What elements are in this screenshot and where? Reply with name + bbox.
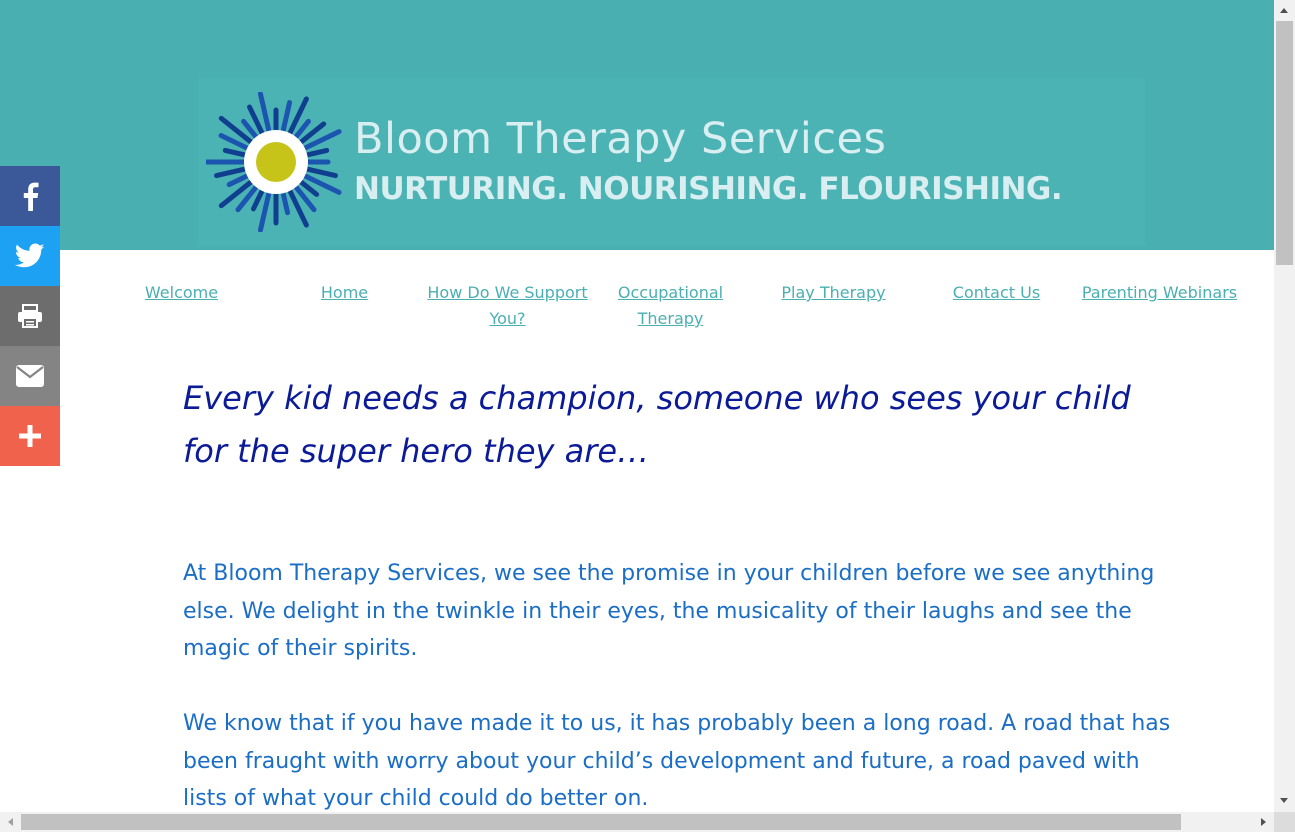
more-share-button[interactable] xyxy=(0,406,60,466)
horizontal-scrollbar-thumb[interactable] xyxy=(21,814,1181,830)
print-icon xyxy=(18,304,42,328)
social-share-bar xyxy=(0,166,60,466)
facebook-icon xyxy=(23,182,39,211)
vertical-scrollbar[interactable] xyxy=(1274,0,1295,812)
brand-name: Bloom Therapy Services xyxy=(354,114,887,164)
facebook-share-button[interactable] xyxy=(0,166,60,226)
brand-tagline: NURTURING. NOURISHING. FLOURISHING. xyxy=(354,171,1063,207)
second-paragraph: We know that if you have made it to us, … xyxy=(183,711,1171,811)
scroll-right-arrow-icon[interactable] xyxy=(1261,818,1266,826)
scroll-left-arrow-icon[interactable] xyxy=(8,818,13,826)
scroll-down-arrow-icon[interactable] xyxy=(1280,798,1288,803)
scrollbar-corner xyxy=(1274,812,1295,832)
horizontal-scrollbar[interactable] xyxy=(0,812,1274,832)
plus-icon xyxy=(19,425,41,447)
email-icon xyxy=(16,365,44,387)
print-button[interactable] xyxy=(0,286,60,346)
email-share-button[interactable] xyxy=(0,346,60,406)
nav-item-parenting-webinars[interactable]: Parenting Webinars xyxy=(1078,280,1241,332)
twitter-icon xyxy=(15,243,45,268)
nav-item-home[interactable]: Home xyxy=(263,280,426,332)
nav-item-contact-us[interactable]: Contact Us xyxy=(915,280,1078,332)
scroll-up-arrow-icon[interactable] xyxy=(1280,8,1288,13)
flower-logo-icon xyxy=(206,92,342,232)
nav-item-play-therapy[interactable]: Play Therapy xyxy=(752,280,915,332)
twitter-share-button[interactable] xyxy=(0,226,60,286)
vertical-scrollbar-thumb[interactable] xyxy=(1276,21,1293,265)
nav-item-how-do-we-support-you[interactable]: How Do We Support You? xyxy=(426,280,589,332)
header-banner[interactable]: Bloom Therapy Services NURTURING. NOURIS… xyxy=(198,78,1145,246)
intro-paragraph: At Bloom Therapy Services, we see the pr… xyxy=(183,561,1155,661)
page-headline: Every kid needs a champion, someone who … xyxy=(183,379,1131,470)
nav-item-occupational-therapy[interactable]: Occupational Therapy xyxy=(589,280,752,332)
main-nav: Welcome Home How Do We Support You? Occu… xyxy=(100,280,1245,332)
nav-item-welcome[interactable]: Welcome xyxy=(100,280,263,332)
site-header: Bloom Therapy Services NURTURING. NOURIS… xyxy=(0,0,1274,250)
